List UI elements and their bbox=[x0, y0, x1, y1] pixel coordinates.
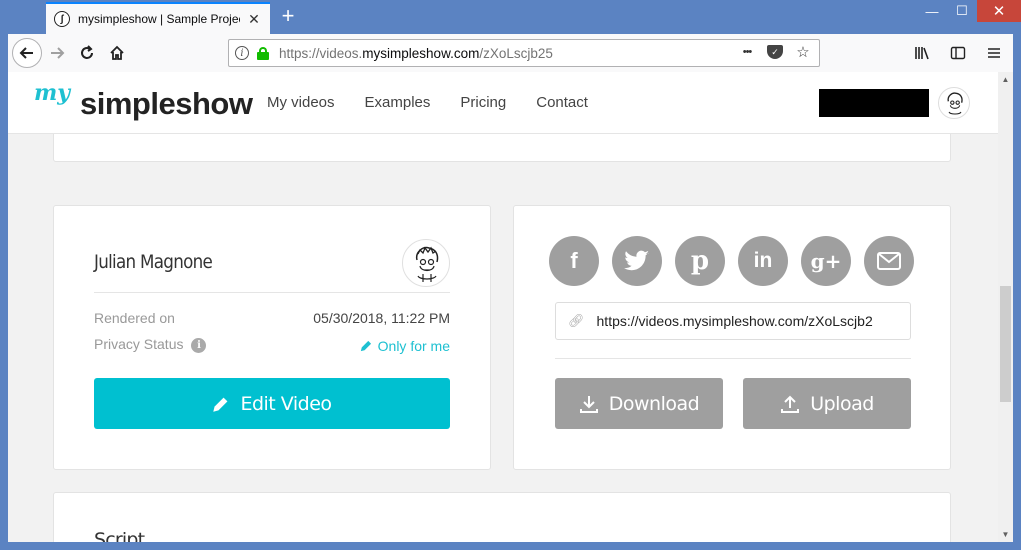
share-card: f p in g+ 🔗︎ https://videos.mysimpleshow… bbox=[513, 205, 951, 470]
edit-video-button[interactable]: Edit Video bbox=[94, 378, 450, 429]
tab-strip: ʃ mysimpleshow | Sample Projec ✕ + — ☐ ✕ bbox=[0, 0, 1021, 34]
upload-button[interactable]: Upload bbox=[743, 378, 911, 429]
google-plus-icon[interactable]: g+ bbox=[801, 236, 851, 286]
rendered-date: 05/30/2018, 11:22 PM bbox=[313, 310, 450, 326]
divider bbox=[94, 292, 450, 293]
nav-my-videos[interactable]: My videos bbox=[267, 94, 335, 111]
library-icon[interactable] bbox=[909, 38, 935, 68]
navigation-toolbar: i https://videos.mysimpleshow.com/zXoLsc… bbox=[8, 34, 1013, 72]
new-tab-button[interactable]: + bbox=[276, 4, 300, 28]
privacy-label: Privacy Status i bbox=[94, 336, 207, 353]
pencil-icon bbox=[360, 340, 371, 351]
reload-icon bbox=[81, 45, 93, 59]
home-button[interactable] bbox=[102, 38, 132, 68]
user-avatar[interactable] bbox=[938, 87, 970, 119]
back-button[interactable] bbox=[12, 38, 42, 68]
window-controls: — ☐ ✕ bbox=[917, 0, 1021, 26]
maximize-button[interactable]: ☐ bbox=[947, 0, 977, 22]
reload-button[interactable] bbox=[72, 38, 102, 68]
site-header: my simpleshow My videos Examples Pricing… bbox=[8, 72, 998, 134]
divider bbox=[555, 358, 911, 359]
site-favicon-icon: ʃ bbox=[54, 11, 70, 27]
browser-tab[interactable]: ʃ mysimpleshow | Sample Projec ✕ bbox=[46, 2, 270, 34]
script-card: Script bbox=[53, 492, 951, 542]
tab-title: mysimpleshow | Sample Projec bbox=[78, 12, 240, 26]
download-icon bbox=[579, 395, 598, 413]
main-nav: My videos Examples Pricing Contact bbox=[267, 94, 588, 111]
author-avatar[interactable] bbox=[402, 239, 450, 287]
pocket-icon[interactable]: ✓ bbox=[767, 45, 783, 59]
previous-card bbox=[53, 130, 951, 162]
avatar-sketch-icon bbox=[415, 246, 439, 282]
social-share-row: f p in g+ bbox=[549, 236, 914, 286]
url-text[interactable]: https://videos.mysimpleshow.com/zXoLscjb… bbox=[279, 46, 553, 61]
mysimpleshow-logo[interactable]: my simpleshow bbox=[32, 80, 253, 126]
mail-icon[interactable] bbox=[864, 236, 914, 286]
site-info-icon[interactable]: i bbox=[235, 46, 249, 60]
redacted-user-name bbox=[819, 89, 929, 117]
share-url-field[interactable]: 🔗︎ https://videos.mysimpleshow.com/zXoLs… bbox=[555, 302, 911, 340]
linkedin-icon[interactable]: in bbox=[738, 236, 788, 286]
menu-icon[interactable] bbox=[981, 38, 1007, 68]
url-bar[interactable]: i https://videos.mysimpleshow.com/zXoLsc… bbox=[228, 39, 820, 67]
sidebar-icon[interactable] bbox=[945, 38, 971, 68]
download-button[interactable]: Download bbox=[555, 378, 723, 429]
twitter-icon[interactable] bbox=[612, 236, 662, 286]
avatar-sketch-icon bbox=[947, 92, 963, 115]
toolbar-right bbox=[909, 38, 1007, 68]
page-actions-icon[interactable]: ••• bbox=[737, 46, 757, 58]
close-window-button[interactable]: ✕ bbox=[977, 0, 1021, 22]
link-icon: 🔗︎ bbox=[568, 313, 585, 328]
script-title: Script bbox=[94, 529, 145, 542]
nav-contact[interactable]: Contact bbox=[536, 94, 588, 111]
rendered-label: Rendered on bbox=[94, 310, 175, 326]
url-actions: ••• ✓ ☆ bbox=[737, 43, 813, 61]
lock-icon bbox=[257, 46, 269, 60]
pinterest-icon[interactable]: p bbox=[675, 236, 725, 286]
upload-icon bbox=[781, 395, 800, 413]
scroll-down-icon[interactable]: ▼ bbox=[998, 527, 1013, 542]
arrow-right-icon bbox=[51, 47, 65, 59]
video-info-card: Julian Magnone Rendered on 05/30/2018, 1… bbox=[53, 205, 491, 470]
scroll-up-icon[interactable]: ▲ bbox=[998, 72, 1013, 87]
pencil-icon bbox=[213, 397, 228, 412]
scroll-thumb[interactable] bbox=[1000, 286, 1011, 402]
bookmark-star-icon[interactable]: ☆ bbox=[793, 43, 813, 61]
privacy-status-link[interactable]: Only for me bbox=[359, 338, 450, 354]
home-icon bbox=[110, 45, 124, 60]
close-tab-icon[interactable]: ✕ bbox=[246, 11, 262, 28]
forward-button[interactable] bbox=[42, 38, 72, 68]
nav-pricing[interactable]: Pricing bbox=[460, 94, 506, 111]
page-viewport: Julian Magnone Rendered on 05/30/2018, 1… bbox=[8, 72, 1013, 542]
vertical-scrollbar[interactable]: ▲ ▼ bbox=[998, 72, 1013, 542]
author-name: Julian Magnone bbox=[94, 251, 213, 273]
facebook-icon[interactable]: f bbox=[549, 236, 599, 286]
minimize-button[interactable]: — bbox=[917, 0, 947, 22]
nav-examples[interactable]: Examples bbox=[365, 94, 431, 111]
info-icon[interactable]: i bbox=[191, 338, 207, 353]
arrow-left-icon bbox=[19, 47, 33, 59]
browser-window: ʃ mysimpleshow | Sample Projec ✕ + — ☐ ✕… bbox=[0, 0, 1021, 550]
